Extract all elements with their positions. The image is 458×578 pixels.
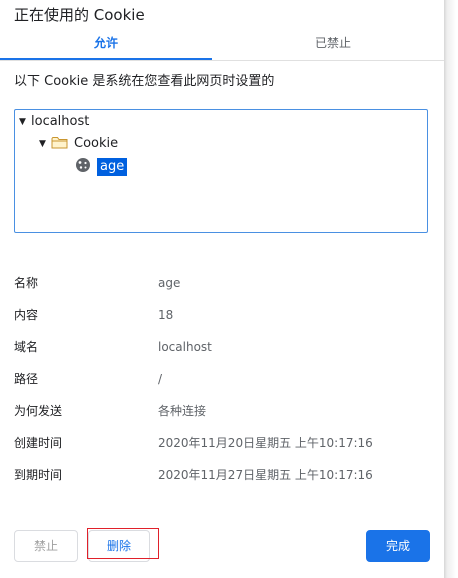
detail-row-domain: 域名 localhost xyxy=(14,338,434,370)
detail-row-send-for: 为何发送 各种连接 xyxy=(14,402,434,434)
detail-key: 域名 xyxy=(14,340,39,354)
window-edge xyxy=(444,0,458,578)
cookie-details: 名称 age 内容 18 域名 localhost 路径 / 为何发送 各种连接… xyxy=(14,274,434,498)
detail-value: / xyxy=(158,372,163,386)
done-button[interactable]: 完成 xyxy=(366,530,430,562)
detail-key: 内容 xyxy=(14,308,39,322)
detail-key: 到期时间 xyxy=(14,468,63,482)
cookies-dialog: 正在使用的 Cookie 允许 已禁止 以下 Cookie 是系统在您查看此网页… xyxy=(0,0,444,578)
remove-button[interactable]: 删除 xyxy=(88,530,150,562)
tree-node-folder[interactable]: ▼ Cookie xyxy=(39,135,118,153)
detail-value: 2020年11月27日星期五 上午10:17:16 xyxy=(158,468,373,482)
detail-row-name: 名称 age xyxy=(14,274,434,306)
detail-key: 为何发送 xyxy=(14,404,63,418)
tab-bar: 允许 已禁止 xyxy=(0,32,444,61)
tab-allowed[interactable]: 允许 xyxy=(0,32,212,60)
detail-row-created: 创建时间 2020年11月20日星期五 上午10:17:16 xyxy=(14,434,434,466)
cookie-icon xyxy=(75,157,91,173)
detail-key: 路径 xyxy=(14,372,39,386)
detail-row-expires: 到期时间 2020年11月27日星期五 上午10:17:16 xyxy=(14,466,434,498)
detail-row-path: 路径 / xyxy=(14,370,434,402)
detail-key: 创建时间 xyxy=(14,436,63,450)
detail-value: 18 xyxy=(158,308,174,322)
triangle-down-icon[interactable]: ▼ xyxy=(39,135,51,153)
detail-value: age xyxy=(158,276,181,290)
tree-node-host[interactable]: ▼ localhost xyxy=(19,113,89,131)
cookies-description: 以下 Cookie 是系统在您查看此网页时设置的 xyxy=(14,74,275,89)
tab-blocked[interactable]: 已禁止 xyxy=(222,32,444,58)
triangle-down-icon[interactable]: ▼ xyxy=(19,113,31,131)
detail-value: 2020年11月20日星期五 上午10:17:16 xyxy=(158,436,373,450)
tree-folder-label[interactable]: Cookie xyxy=(74,136,118,151)
detail-value: localhost xyxy=(158,340,212,354)
detail-row-content: 内容 18 xyxy=(14,306,434,338)
detail-key: 名称 xyxy=(14,276,39,290)
dialog-title: 正在使用的 Cookie xyxy=(14,6,145,24)
detail-value: 各种连接 xyxy=(158,404,207,418)
tree-node-cookie[interactable]: age xyxy=(75,157,128,176)
tree-host-label[interactable]: localhost xyxy=(31,114,89,129)
folder-icon xyxy=(51,136,69,149)
block-button[interactable]: 禁止 xyxy=(14,530,78,562)
cookie-tree[interactable]: ▼ localhost ▼ Cookie age xyxy=(14,109,428,233)
tree-cookie-label[interactable]: age xyxy=(97,158,128,176)
